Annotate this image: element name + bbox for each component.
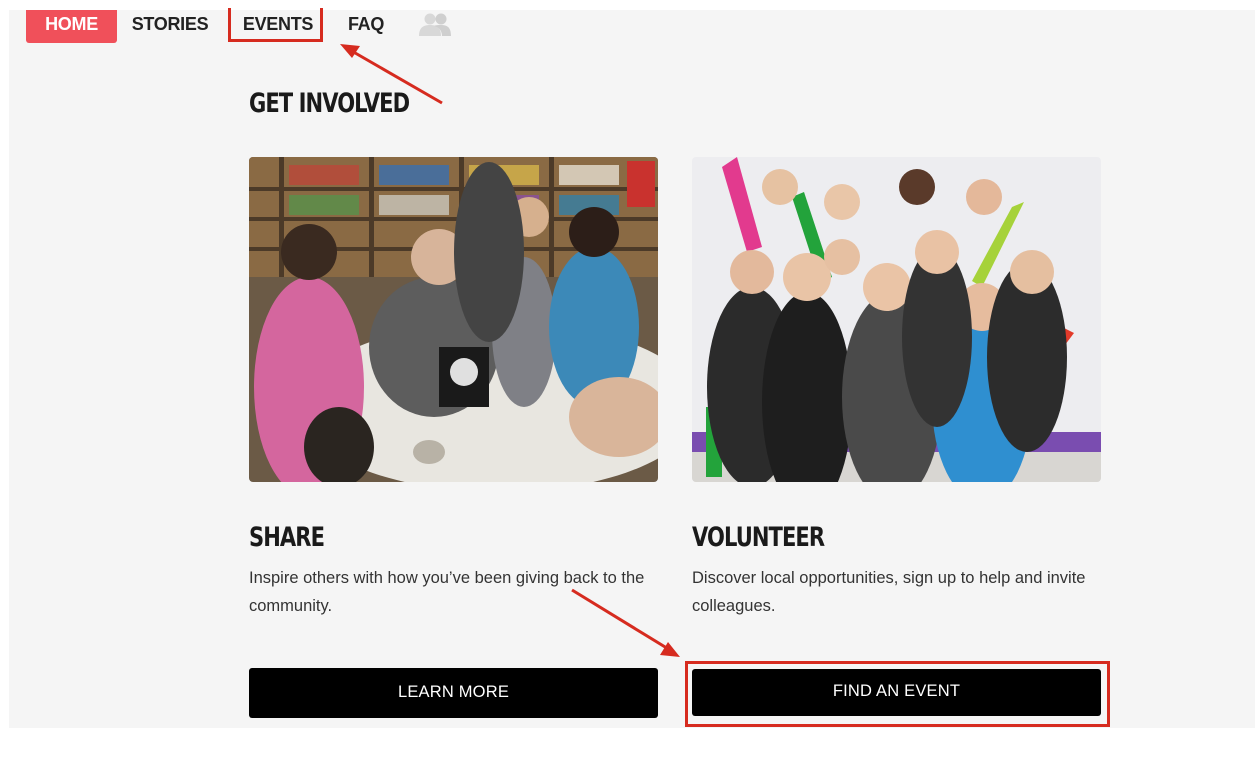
people-icon[interactable] bbox=[418, 12, 452, 38]
nav-stories[interactable]: STORIES bbox=[131, 10, 209, 43]
section-heading: GET INVOLVED bbox=[249, 88, 410, 119]
page: HOME STORIES EVENTS FAQ GET INVOLVED SHA… bbox=[9, 8, 1255, 728]
top-nav: HOME STORIES EVENTS FAQ bbox=[9, 8, 1255, 44]
find-an-event-button[interactable]: FIND AN EVENT bbox=[692, 669, 1101, 716]
nav-faq[interactable]: FAQ bbox=[344, 10, 388, 43]
learn-more-button[interactable]: LEARN MORE bbox=[249, 668, 658, 718]
nav-home[interactable]: HOME bbox=[26, 10, 117, 43]
volunteers-crayons-photo bbox=[692, 157, 1101, 482]
nav-events[interactable]: EVENTS bbox=[238, 10, 318, 43]
share-title: SHARE bbox=[249, 522, 325, 553]
volunteer-title: VOLUNTEER bbox=[692, 522, 825, 553]
share-description: Inspire others with how you’ve been givi… bbox=[249, 569, 645, 615]
kids-library-photo bbox=[249, 157, 658, 482]
volunteer-description: Discover local opportunities, sign up to… bbox=[692, 569, 1086, 615]
